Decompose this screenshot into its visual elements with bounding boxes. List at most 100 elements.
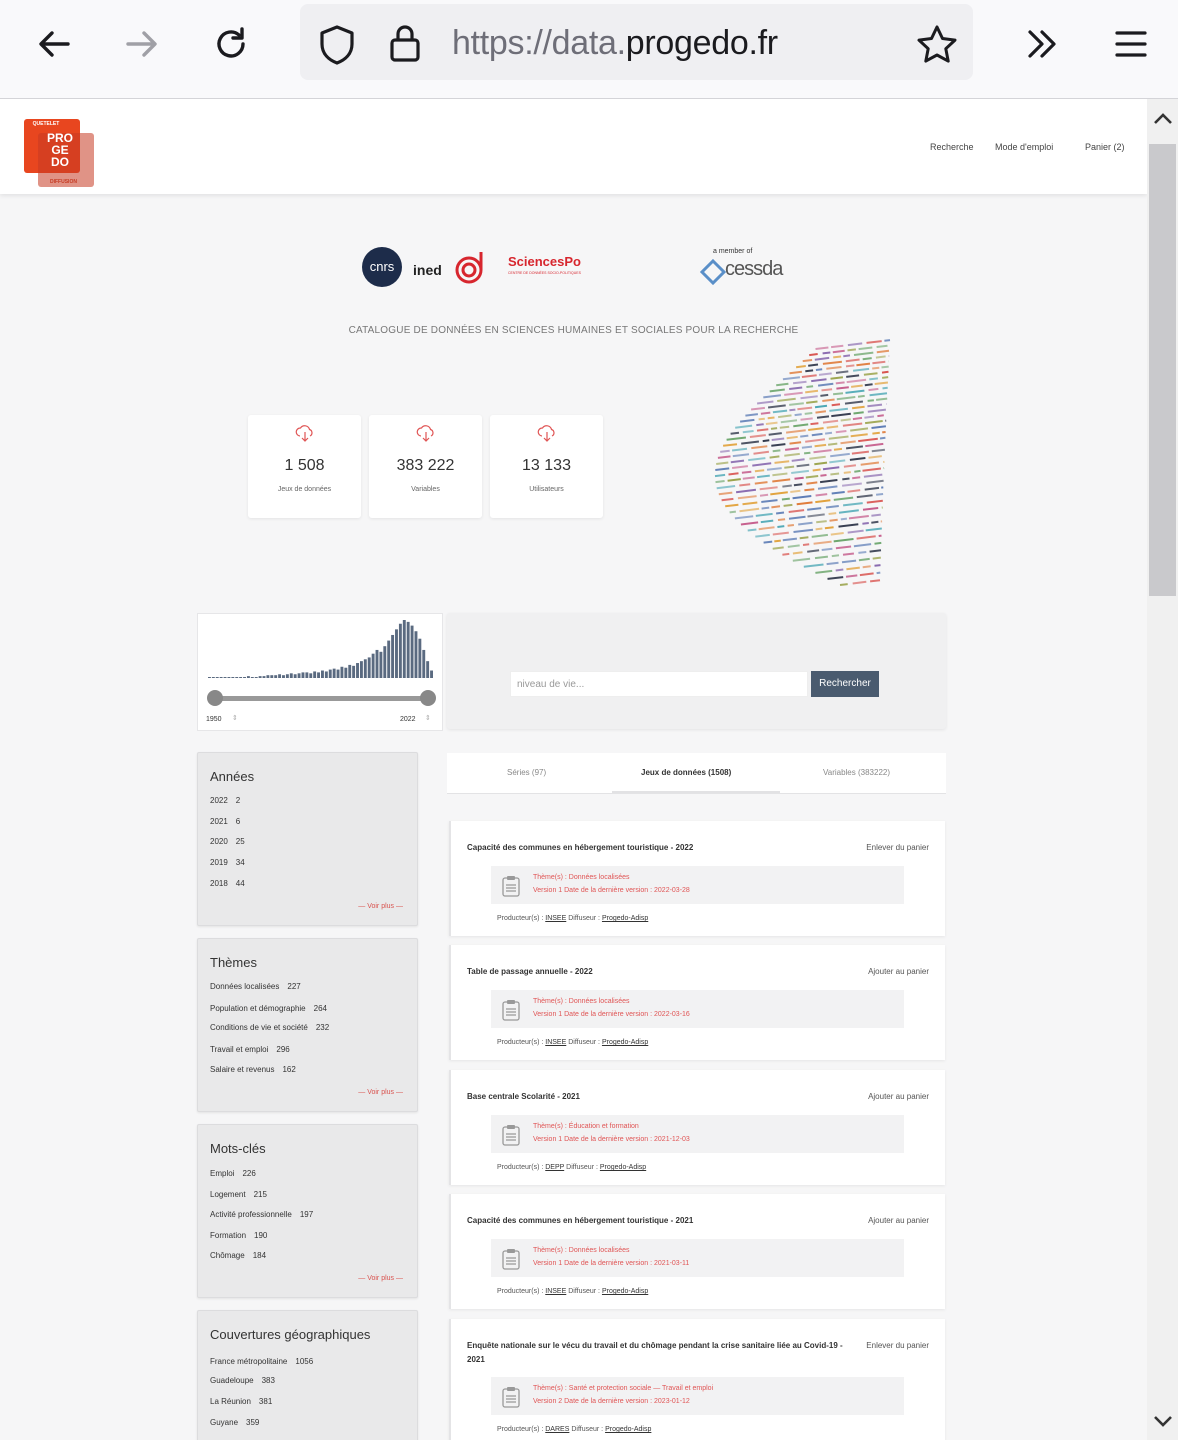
facet-row[interactable]: Guadeloupe 383	[210, 1376, 275, 1385]
nav-mode-emploi[interactable]: Mode d'emploi	[995, 142, 1053, 152]
result-title[interactable]: Enquête nationale sur le vécu du travail…	[467, 1339, 847, 1367]
overflow-button[interactable]	[1018, 20, 1066, 68]
facet-row[interactable]: Données localisées 227	[210, 982, 301, 991]
cart-toggle-button[interactable]: Enlever du panier	[865, 1339, 929, 1353]
menu-button[interactable]	[1107, 20, 1155, 68]
result-title[interactable]: Capacité des communes en hébergement tou…	[467, 841, 847, 855]
bookmark-star-icon[interactable]	[916, 24, 958, 64]
year-range-handle-start[interactable]	[207, 690, 223, 706]
result-card[interactable]: Capacité des communes en hébergement tou…	[449, 1194, 945, 1309]
year-from-input[interactable]: 1950	[206, 716, 222, 723]
globe-dash	[871, 448, 886, 453]
facet-row[interactable]: 2022 2	[210, 796, 240, 805]
result-card[interactable]: Capacité des communes en hébergement tou…	[449, 821, 945, 936]
reload-button[interactable]	[207, 20, 255, 68]
facet-see-more[interactable]: — Voir plus —	[358, 1089, 403, 1096]
year-range-handle-end[interactable]	[420, 690, 436, 706]
url-text[interactable]: https://data.progedo.fr	[452, 24, 778, 63]
globe-dash	[782, 552, 790, 556]
facet-row[interactable]: Emploi 226	[210, 1169, 256, 1178]
histogram-bar	[422, 649, 426, 678]
forward-button[interactable]	[118, 20, 166, 68]
cessda-diamond-icon	[700, 259, 726, 285]
facet-row[interactable]: Travail et emploi 296	[210, 1045, 290, 1054]
facet-row[interactable]: Logement 215	[210, 1190, 267, 1199]
year-histogram[interactable]: 1950 ⇕ 2022 ⇕	[197, 613, 443, 731]
result-title[interactable]: Table de passage annuelle - 2022	[467, 965, 847, 979]
page-scrollbar[interactable]	[1147, 99, 1178, 1440]
facet-row[interactable]: 2019 34	[210, 858, 245, 867]
shield-icon[interactable]	[318, 24, 356, 66]
year-to-stepper-icon[interactable]: ⇕	[425, 714, 431, 722]
globe-dash	[828, 512, 837, 515]
lock-icon[interactable]	[388, 22, 422, 64]
scrollbar-thumb[interactable]	[1149, 144, 1176, 596]
facet-row[interactable]: Conditions de vie et société 232	[210, 1023, 329, 1032]
globe-dash	[843, 464, 857, 468]
globe-dash	[786, 435, 798, 440]
url-bar[interactable]: https://data.progedo.fr	[300, 4, 973, 80]
facet-row[interactable]: Chômage 184	[210, 1251, 266, 1260]
globe-dash	[856, 494, 873, 499]
scroll-down-icon[interactable]	[1153, 1415, 1173, 1429]
hamburger-icon	[1115, 31, 1147, 57]
globe-dash	[833, 538, 854, 543]
facet-see-more[interactable]: — Voir plus —	[358, 903, 403, 910]
result-card[interactable]: Enquête nationale sur le vécu du travail…	[449, 1319, 945, 1440]
histogram-bar	[391, 634, 395, 678]
result-card[interactable]: Base centrale Scolarité - 2021 Ajouter a…	[449, 1070, 945, 1185]
nav-panier[interactable]: Panier (2)	[1085, 142, 1125, 152]
globe-dash	[829, 518, 838, 522]
facet-row[interactable]: France métropolitaine 1056	[210, 1357, 313, 1366]
facet-see-more[interactable]: — Voir plus —	[358, 1275, 403, 1282]
result-title[interactable]: Capacité des communes en hébergement tou…	[467, 1214, 847, 1228]
facet-row[interactable]: La Réunion 381	[210, 1397, 272, 1406]
year-to-input[interactable]: 2022	[400, 716, 416, 723]
globe-dash	[763, 394, 782, 399]
year-from-stepper-icon[interactable]: ⇕	[232, 714, 238, 722]
scroll-up-icon[interactable]	[1153, 111, 1173, 125]
tab-series[interactable]: Séries (97)	[507, 768, 546, 777]
cart-toggle-button[interactable]: Ajouter au panier	[865, 1214, 929, 1228]
result-title[interactable]: Base centrale Scolarité - 2021	[467, 1090, 847, 1104]
facet-row[interactable]: 2021 6	[210, 817, 240, 826]
globe-dash	[847, 529, 864, 534]
search-input[interactable]: niveau de vie...	[510, 671, 808, 697]
back-button[interactable]	[30, 20, 78, 68]
globe-dash	[817, 485, 838, 490]
globe-dash	[777, 397, 796, 402]
globe-dash	[853, 543, 872, 548]
facet-row[interactable]: Salaire et revenus 162	[210, 1065, 296, 1074]
globe-dash	[804, 412, 813, 415]
tab-variables[interactable]: Variables (383222)	[823, 768, 890, 777]
globe-dash	[776, 382, 789, 387]
globe-dash	[809, 455, 826, 460]
cart-toggle-button[interactable]: Ajouter au panier	[865, 965, 929, 979]
histogram-bar	[235, 677, 239, 678]
facet-row[interactable]: 2020 25	[210, 837, 245, 846]
facet-mots-cles: Mots-clés Emploi 226 Logement 215 Activité…	[197, 1124, 418, 1298]
facet-row[interactable]: Population et démographie 264	[210, 1004, 327, 1013]
tab-datasets[interactable]: Jeux de données (1508)	[641, 768, 731, 777]
globe-dash	[718, 491, 733, 496]
cart-toggle-button[interactable]: Ajouter au panier	[865, 1090, 929, 1104]
nav-recherche[interactable]: Recherche	[930, 142, 974, 152]
histogram-bar	[363, 659, 367, 678]
cart-toggle-button[interactable]: Enlever du panier	[865, 841, 929, 855]
globe-dash	[862, 565, 871, 569]
globe-dash	[796, 463, 810, 468]
globe-dash	[864, 383, 873, 387]
ined-logo: ined	[413, 262, 442, 278]
progedo-logo[interactable]: QUETELET PRO GE DO DIFFUSION	[24, 117, 96, 187]
globe-dash	[833, 355, 842, 359]
year-range-track[interactable]	[213, 696, 428, 701]
facet-row[interactable]: Activité professionnelle 197	[210, 1210, 313, 1219]
globe-dash	[846, 378, 867, 384]
result-card[interactable]: Table de passage annuelle - 2022 Ajouter…	[449, 945, 945, 1060]
facet-row[interactable]: Formation 190	[210, 1231, 267, 1240]
search-button[interactable]: Rechercher	[811, 671, 879, 697]
globe-dash	[826, 425, 839, 429]
facet-row[interactable]: 2018 44	[210, 879, 245, 888]
globe-dash	[866, 499, 883, 504]
facet-row[interactable]: Guyane 359	[210, 1418, 259, 1427]
